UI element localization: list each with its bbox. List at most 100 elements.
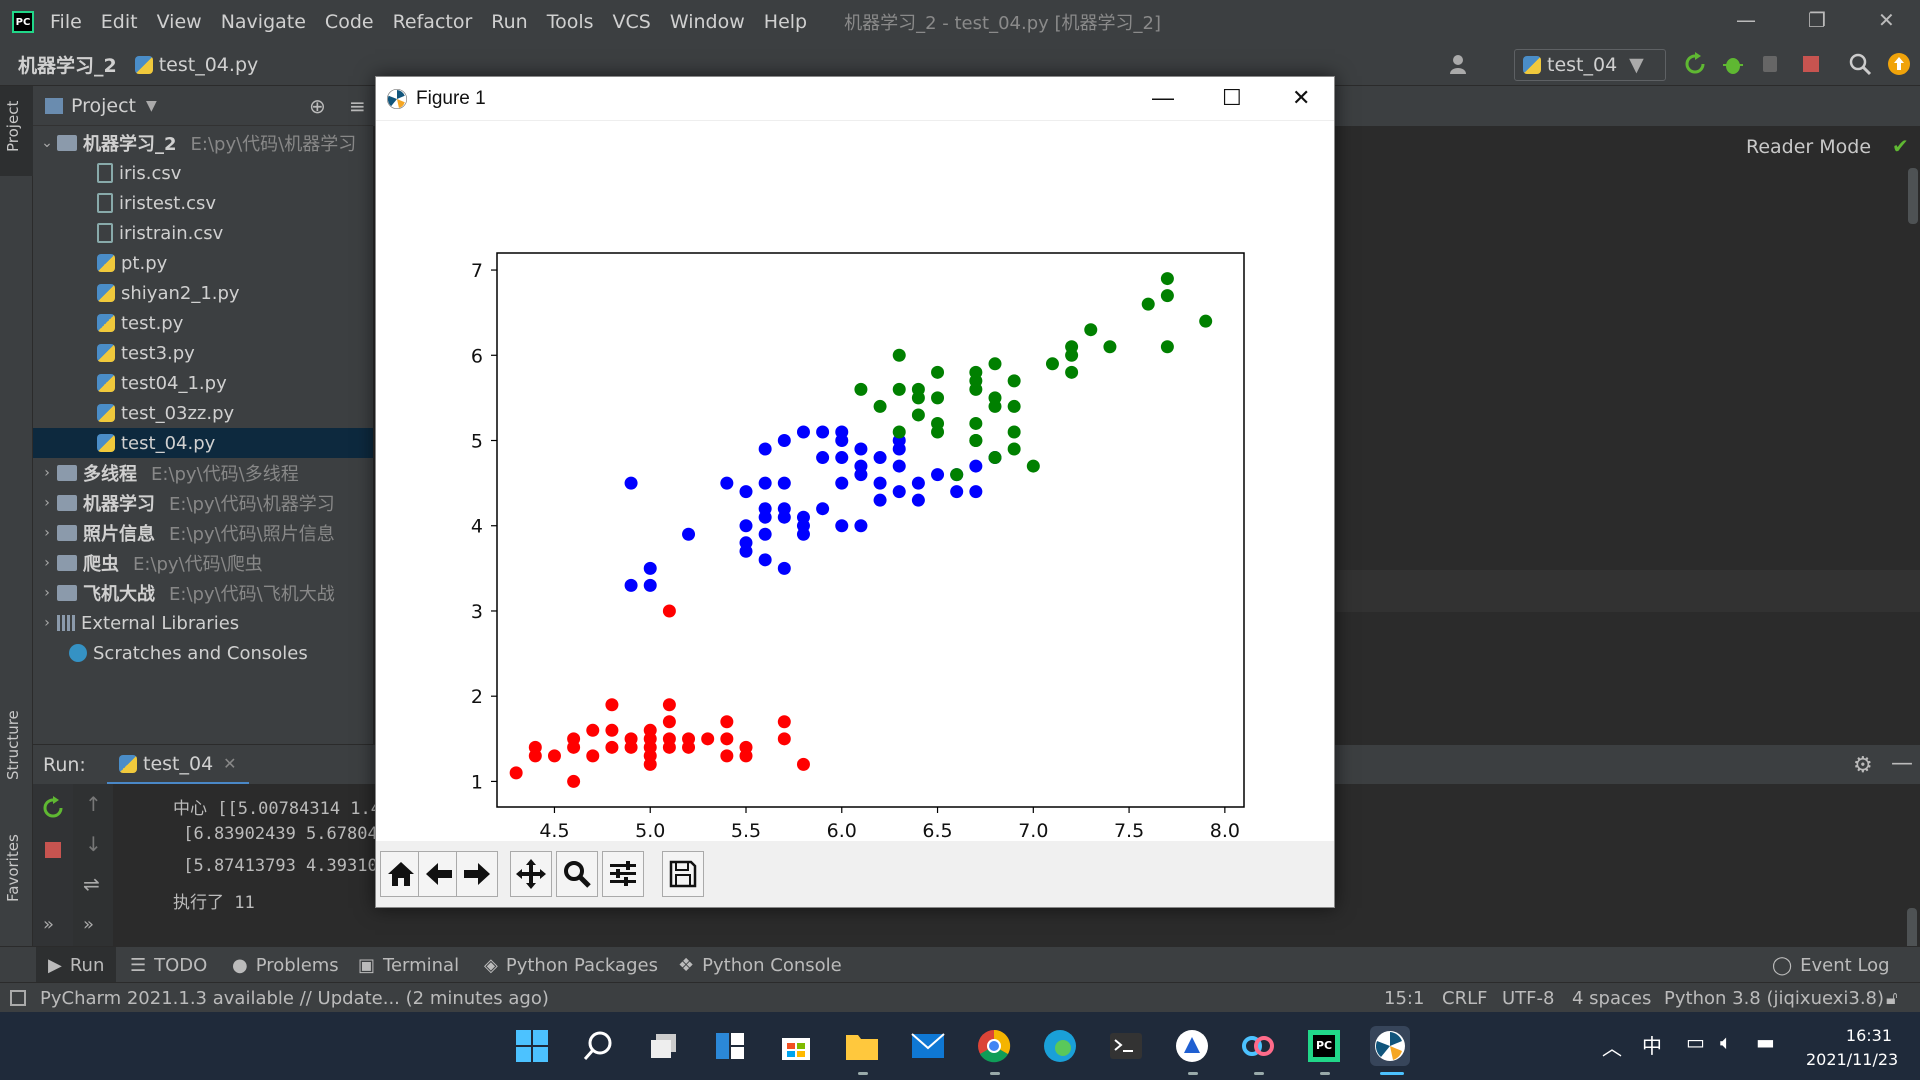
- tree-external-libraries[interactable]: › External Libraries: [33, 608, 373, 638]
- line-separator[interactable]: CRLF: [1442, 983, 1487, 1013]
- search-icon[interactable]: [1848, 52, 1872, 76]
- tool-window-todo[interactable]: ☰ TODO: [130, 947, 207, 983]
- user-icon[interactable]: [1448, 52, 1472, 76]
- home-button[interactable]: [380, 851, 422, 897]
- tree-file-item[interactable]: pt.py: [33, 248, 373, 278]
- figure-title-bar[interactable]: Figure 1 — ☐ ✕: [376, 77, 1334, 121]
- pycharm-app-icon[interactable]: PC: [1304, 1026, 1344, 1066]
- network-icon[interactable]: ▭: [1686, 1030, 1705, 1054]
- menu-navigate[interactable]: Navigate: [221, 11, 306, 33]
- arrow-down-icon[interactable]: ↓: [85, 832, 102, 856]
- save-button[interactable]: [662, 851, 704, 897]
- gear-icon[interactable]: ⚙: [1853, 753, 1873, 778]
- indent-setting[interactable]: 4 spaces: [1572, 983, 1651, 1013]
- tree-file-item[interactable]: test04_1.py: [33, 368, 373, 398]
- tool-window-problems[interactable]: ● Problems: [232, 947, 339, 983]
- close-tab-icon[interactable]: ✕: [223, 754, 236, 773]
- debug-icon[interactable]: [1721, 52, 1745, 76]
- matplotlib-app-icon[interactable]: [1370, 1026, 1410, 1066]
- close-icon[interactable]: ✕: [1878, 8, 1895, 32]
- chrome-icon[interactable]: [974, 1026, 1014, 1066]
- minimize-icon[interactable]: —: [1736, 8, 1756, 32]
- status-message[interactable]: PyCharm 2021.1.3 available // Update... …: [10, 983, 549, 1013]
- coverage-icon[interactable]: [1759, 52, 1783, 76]
- menu-view[interactable]: View: [157, 11, 202, 33]
- tree-file-item[interactable]: test.py: [33, 308, 373, 338]
- project-panel-title[interactable]: Project: [71, 95, 136, 117]
- panel-toggle-icon[interactable]: [10, 990, 26, 1006]
- project-stripe-label[interactable]: Project: [4, 101, 22, 152]
- menu-window[interactable]: Window: [670, 11, 745, 33]
- more-icon[interactable]: »: [43, 914, 54, 935]
- editor-scrollbar[interactable]: [1908, 168, 1918, 224]
- file-explorer-icon[interactable]: [842, 1026, 882, 1066]
- tree-file-item[interactable]: iris.csv: [33, 158, 373, 188]
- tool-window-python-console[interactable]: ❖ Python Console: [678, 947, 842, 983]
- menu-file[interactable]: File: [50, 11, 82, 33]
- tree-file-item[interactable]: iristest.csv: [33, 188, 373, 218]
- run-configuration-select[interactable]: test_04 ▼: [1514, 49, 1666, 81]
- tree-file-item[interactable]: test3.py: [33, 338, 373, 368]
- store-icon[interactable]: [776, 1026, 816, 1066]
- search-icon[interactable]: [578, 1026, 618, 1066]
- tree-file-item[interactable]: iristrain.csv: [33, 218, 373, 248]
- update-icon[interactable]: [1887, 52, 1911, 76]
- menu-code[interactable]: Code: [325, 11, 374, 33]
- tree-folder-item[interactable]: › 飞机大战 E:\py\代码\飞机大战: [33, 578, 373, 608]
- caret-position[interactable]: 15:1: [1384, 983, 1424, 1013]
- locate-icon[interactable]: ⊕: [309, 94, 326, 118]
- run-tab-test-04[interactable]: test_04 ✕: [107, 745, 249, 785]
- zoom-button[interactable]: [556, 851, 598, 897]
- back-button[interactable]: [418, 851, 460, 897]
- menu-run[interactable]: Run: [491, 11, 527, 33]
- rerun-icon[interactable]: [1683, 52, 1707, 76]
- stop-icon[interactable]: [1799, 52, 1823, 76]
- tool-window-terminal[interactable]: ▣ Terminal: [358, 947, 459, 983]
- windows-start-icon[interactable]: [512, 1026, 552, 1066]
- breadcrumb-file[interactable]: test_04.py: [159, 54, 259, 76]
- edge-icon[interactable]: [1040, 1026, 1080, 1066]
- configure-subplots-button[interactable]: [602, 851, 644, 897]
- feishu-icon[interactable]: [1172, 1026, 1212, 1066]
- tree-folder-item[interactable]: › 爬虫 E:\py\代码\爬虫: [33, 548, 373, 578]
- minimize-icon[interactable]: —: [1152, 85, 1174, 111]
- battery-icon[interactable]: ▬: [1756, 1030, 1775, 1054]
- tool-window-run[interactable]: ▶ Run: [36, 947, 117, 983]
- hide-panel-icon[interactable]: —: [1891, 751, 1913, 776]
- soft-wrap-icon[interactable]: ⇌: [83, 872, 100, 896]
- widgets-icon[interactable]: [710, 1026, 750, 1066]
- terminal-app-icon[interactable]: [1106, 1026, 1146, 1066]
- chevron-down-icon[interactable]: ▼: [146, 98, 157, 114]
- tree-folder-item[interactable]: › 机器学习 E:\py\代码\机器学习: [33, 488, 373, 518]
- breadcrumb-project[interactable]: 机器学习_2: [18, 51, 117, 78]
- menu-tools[interactable]: Tools: [547, 11, 594, 33]
- file-encoding[interactable]: UTF-8: [1502, 983, 1554, 1013]
- tree-root-folder[interactable]: ⌄ 机器学习_2 E:\py\代码\机器学习: [33, 128, 373, 158]
- volume-icon[interactable]: 🔈︎: [1720, 1030, 1732, 1054]
- more-icon[interactable]: »: [83, 914, 94, 935]
- rerun-icon[interactable]: [41, 796, 65, 820]
- forward-button[interactable]: [456, 851, 498, 897]
- tree-folder-item[interactable]: › 照片信息 E:\py\代码\照片信息: [33, 518, 373, 548]
- pan-button[interactable]: [510, 851, 552, 897]
- arrow-up-icon[interactable]: ↑: [85, 792, 102, 816]
- tree-scratches[interactable]: Scratches and Consoles: [33, 638, 373, 668]
- tree-folder-item[interactable]: › 多线程 E:\py\代码\多线程: [33, 458, 373, 488]
- menu-help[interactable]: Help: [764, 11, 807, 33]
- collapse-all-icon[interactable]: ≡: [349, 94, 366, 118]
- tree-file-item[interactable]: test_03zz.py: [33, 398, 373, 428]
- menu-edit[interactable]: Edit: [101, 11, 138, 33]
- reader-mode-toggle[interactable]: Reader Mode: [1746, 136, 1871, 158]
- tool-window-python-packages[interactable]: ◈ Python Packages: [484, 947, 658, 983]
- show-hidden-icons-icon[interactable]: ︿: [1602, 1032, 1622, 1061]
- mail-icon[interactable]: [908, 1026, 948, 1066]
- tree-file-item-selected[interactable]: test_04.py: [33, 428, 373, 458]
- system-clock[interactable]: 16:31 2021/11/23: [1806, 1024, 1898, 1072]
- menu-vcs[interactable]: VCS: [613, 11, 651, 33]
- ime-indicator[interactable]: 中: [1642, 1030, 1662, 1059]
- menu-refactor[interactable]: Refactor: [393, 11, 473, 33]
- favorites-stripe-label[interactable]: Favorites: [4, 834, 22, 902]
- task-view-icon[interactable]: [644, 1026, 684, 1066]
- event-log-button[interactable]: ◯ Event Log: [1772, 947, 1890, 983]
- baidu-netdisk-icon[interactable]: [1238, 1026, 1278, 1066]
